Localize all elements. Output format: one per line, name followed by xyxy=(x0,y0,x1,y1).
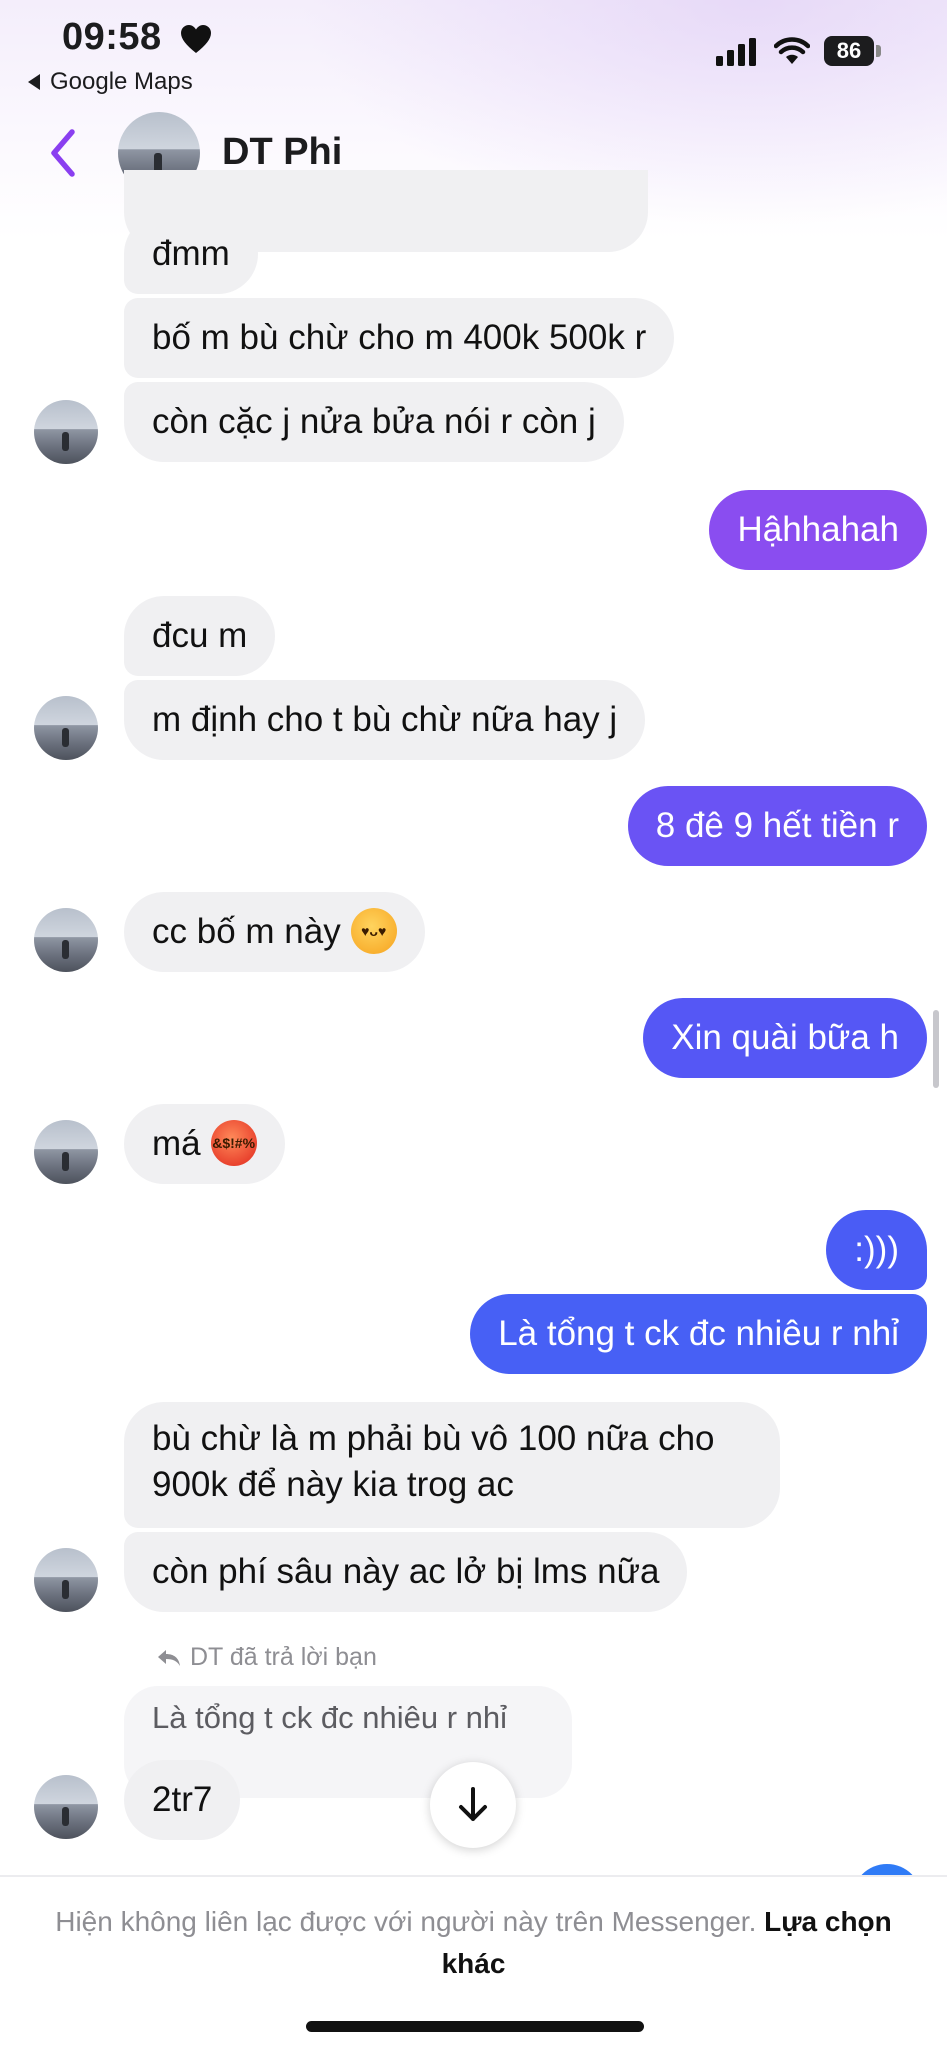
sender-avatar[interactable] xyxy=(34,696,98,760)
message-text: m định cho t bù chừ nữa hay j xyxy=(152,700,618,739)
outgoing-message[interactable]: 8 đê 9 hết tiền r xyxy=(627,786,927,866)
battery-tip xyxy=(876,45,881,57)
quoted-text: Là tổng t ck đc nhiêu r nhỉ xyxy=(152,1700,508,1735)
incoming-message[interactable]: còn cặc j nửa bửa nói r còn j xyxy=(124,382,624,462)
face-with-symbols-icon: &$!#% xyxy=(210,1119,257,1166)
blocked-notice-footer: Hiện không liên lạc được với người này t… xyxy=(0,1875,947,2050)
back-chevron-icon[interactable] xyxy=(46,128,80,178)
home-indicator[interactable] xyxy=(306,2021,644,2032)
contact-name[interactable]: DT Phi xyxy=(222,131,342,174)
sender-avatar[interactable] xyxy=(34,400,98,464)
back-to-app-link[interactable]: Google Maps xyxy=(28,68,193,96)
incoming-message[interactable]: đcu m xyxy=(124,596,276,676)
message-text: cc bố m này xyxy=(152,912,341,951)
message-text: Hậhhahah xyxy=(737,510,899,549)
scrollbar[interactable] xyxy=(933,1010,939,1088)
cellular-signal-icon xyxy=(716,38,756,66)
incoming-message[interactable]: bù chừ là m phải bù vô 100 nữa cho 900k … xyxy=(124,1402,780,1528)
footer-notice: Hiện không liên lạc được với người này t… xyxy=(55,1906,757,1937)
outgoing-message[interactable]: Là tổng t ck đc nhiêu r nhỉ xyxy=(470,1294,927,1374)
incoming-message[interactable]: cc bố m này ♥ᴗ♥ xyxy=(124,892,425,972)
message-text: má xyxy=(152,1124,201,1163)
message-text: đcu m xyxy=(152,616,248,655)
message-text: bù chừ là m phải bù vô 100 nữa cho 900k … xyxy=(152,1419,715,1504)
arrow-down-icon xyxy=(459,1787,487,1821)
message-text: Là tổng t ck đc nhiêu r nhỉ xyxy=(498,1314,899,1353)
message-text: 8 đê 9 hết tiền r xyxy=(655,806,899,845)
incoming-message[interactable]: má &$!#% xyxy=(124,1104,285,1184)
message-text: Xin quài bữa h xyxy=(671,1018,899,1057)
message-text: bố m bù chừ cho m 400k 500k r xyxy=(152,318,647,357)
reply-indicator: DT đã trả lời bạn xyxy=(156,1643,377,1672)
sender-avatar[interactable] xyxy=(34,1120,98,1184)
message-text: :))) xyxy=(854,1230,899,1269)
incoming-message[interactable]: đmm xyxy=(124,214,258,294)
sender-avatar[interactable] xyxy=(34,1775,98,1839)
battery-icon: 86 xyxy=(824,36,882,68)
message-text: 2tr7 xyxy=(152,1780,213,1819)
outgoing-message[interactable]: :))) xyxy=(826,1210,927,1290)
scroll-to-bottom-button[interactable] xyxy=(430,1762,516,1848)
outgoing-message[interactable]: Hậhhahah xyxy=(709,490,927,570)
battery-level: 86 xyxy=(824,36,874,66)
smiling-face-with-hearts-icon: ♥ᴗ♥ xyxy=(350,907,397,954)
sender-avatar[interactable] xyxy=(34,908,98,972)
message-text: còn cặc j nửa bửa nói r còn j xyxy=(152,402,596,441)
back-app-label: Google Maps xyxy=(50,68,193,95)
incoming-message[interactable]: bố m bù chừ cho m 400k 500k r xyxy=(124,298,675,378)
sender-avatar[interactable] xyxy=(34,1548,98,1612)
reply-label-text: DT đã trả lời bạn xyxy=(190,1643,377,1671)
outgoing-message[interactable]: Xin quài bữa h xyxy=(643,998,927,1078)
reply-arrow-icon xyxy=(158,1649,180,1666)
message-text: còn phí sâu này ac lở bị lms nữa xyxy=(152,1552,660,1591)
incoming-message[interactable]: còn phí sâu này ac lở bị lms nữa xyxy=(124,1532,688,1612)
wifi-icon xyxy=(774,37,810,64)
incoming-message[interactable]: m định cho t bù chừ nữa hay j xyxy=(124,680,646,760)
incoming-message[interactable]: 2tr7 xyxy=(124,1760,241,1840)
status-time: 09:58 xyxy=(62,16,162,58)
heart-icon xyxy=(181,25,211,53)
message-text: đmm xyxy=(152,234,230,273)
back-triangle-icon xyxy=(28,74,40,90)
footer-text: Hiện không liên lạc được với người này t… xyxy=(40,1901,907,1985)
